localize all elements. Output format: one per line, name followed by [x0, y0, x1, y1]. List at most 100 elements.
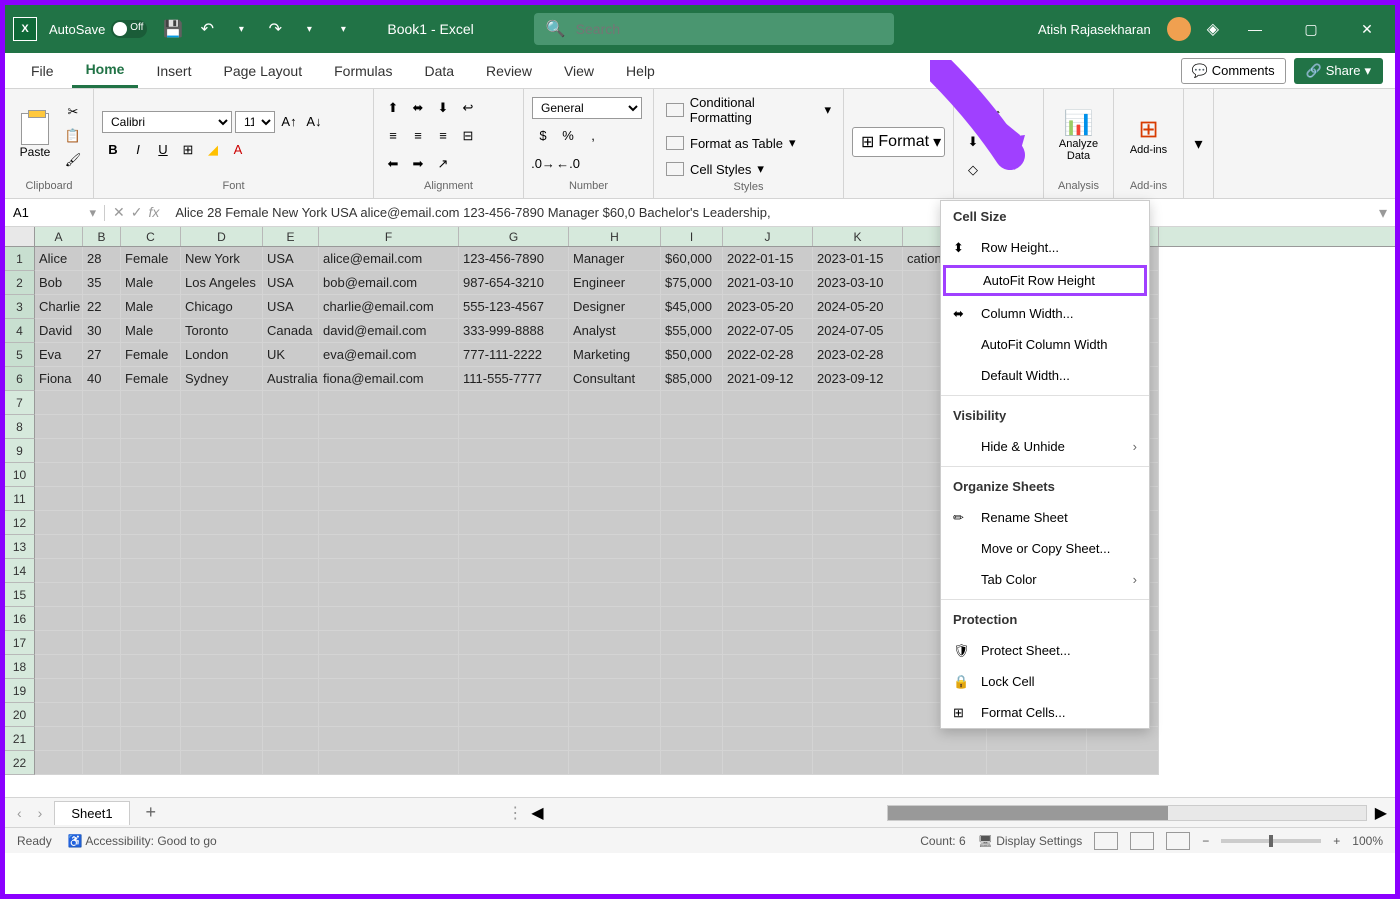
undo-icon[interactable]: ↶: [193, 15, 221, 43]
col-header-D[interactable]: D: [181, 227, 263, 246]
cell[interactable]: [319, 535, 459, 559]
cell[interactable]: Consultant: [569, 367, 661, 391]
underline-button[interactable]: U: [152, 139, 174, 161]
save-icon[interactable]: 💾: [159, 15, 187, 43]
maximize-button[interactable]: ▢: [1291, 9, 1331, 49]
cell[interactable]: [459, 415, 569, 439]
cell[interactable]: [813, 679, 903, 703]
cell[interactable]: [35, 559, 83, 583]
cell[interactable]: [263, 391, 319, 415]
cell[interactable]: [569, 439, 661, 463]
tab-data[interactable]: Data: [410, 55, 468, 87]
cell[interactable]: [903, 727, 987, 751]
cell[interactable]: Male: [121, 271, 181, 295]
cell[interactable]: [723, 751, 813, 775]
cell[interactable]: USA: [263, 271, 319, 295]
sort-icon[interactable]: ↕: [987, 103, 1009, 125]
col-header-J[interactable]: J: [723, 227, 813, 246]
cell[interactable]: [181, 487, 263, 511]
cell[interactable]: [723, 391, 813, 415]
menu-autofit-column-width[interactable]: AutoFit Column Width: [941, 329, 1149, 360]
cell[interactable]: $45,000: [661, 295, 723, 319]
cell[interactable]: [319, 487, 459, 511]
cell[interactable]: 2022-02-28: [723, 343, 813, 367]
cell[interactable]: [319, 391, 459, 415]
tab-home[interactable]: Home: [72, 53, 139, 88]
cell[interactable]: Female: [121, 247, 181, 271]
cell[interactable]: [723, 727, 813, 751]
menu-default-width[interactable]: Default Width...: [941, 360, 1149, 391]
cell[interactable]: 777-111-2222: [459, 343, 569, 367]
cell[interactable]: 2022-01-15: [723, 247, 813, 271]
row-header-7[interactable]: 7: [5, 391, 35, 415]
cell[interactable]: [181, 463, 263, 487]
scroll-left-icon[interactable]: ◀: [531, 803, 543, 823]
cell[interactable]: [83, 703, 121, 727]
tab-insert[interactable]: Insert: [142, 55, 205, 87]
row-header-19[interactable]: 19: [5, 679, 35, 703]
redo-dropdown-icon[interactable]: ▾: [295, 15, 323, 43]
cell[interactable]: [569, 511, 661, 535]
cell[interactable]: [569, 487, 661, 511]
add-sheet-button[interactable]: +: [138, 802, 165, 823]
cell[interactable]: [263, 679, 319, 703]
cell[interactable]: [121, 415, 181, 439]
cell[interactable]: [35, 415, 83, 439]
cell[interactable]: [181, 391, 263, 415]
row-header-20[interactable]: 20: [5, 703, 35, 727]
cell[interactable]: UK: [263, 343, 319, 367]
row-header-4[interactable]: 4: [5, 319, 35, 343]
fill-color-icon[interactable]: ◢: [202, 139, 224, 161]
font-name-select[interactable]: Calibri: [102, 111, 232, 133]
cell[interactable]: [661, 559, 723, 583]
comments-button[interactable]: 💬 Comments: [1181, 58, 1286, 84]
share-button[interactable]: 🔗 Share ▾: [1294, 58, 1383, 84]
cell[interactable]: [813, 391, 903, 415]
decrease-indent-icon[interactable]: ⬅: [382, 153, 404, 175]
cell[interactable]: [813, 751, 903, 775]
cell[interactable]: [121, 679, 181, 703]
cell[interactable]: $60,000: [661, 247, 723, 271]
scroll-right-icon[interactable]: ▶: [1375, 803, 1387, 823]
cell[interactable]: [459, 703, 569, 727]
cell[interactable]: [263, 583, 319, 607]
percent-icon[interactable]: %: [557, 125, 579, 147]
cancel-formula-icon[interactable]: ✕: [113, 204, 125, 221]
tab-help[interactable]: Help: [612, 55, 669, 87]
minimize-button[interactable]: —: [1235, 9, 1275, 49]
cell[interactable]: [263, 727, 319, 751]
cell[interactable]: [723, 439, 813, 463]
menu-move-copy-sheet[interactable]: Move or Copy Sheet...: [941, 533, 1149, 564]
cell[interactable]: [569, 391, 661, 415]
cell[interactable]: [987, 751, 1087, 775]
copy-icon[interactable]: 📋: [61, 126, 85, 146]
cell[interactable]: Male: [121, 295, 181, 319]
cell[interactable]: [121, 751, 181, 775]
cell[interactable]: [263, 487, 319, 511]
cell[interactable]: [813, 655, 903, 679]
cell[interactable]: [83, 631, 121, 655]
cell[interactable]: [459, 391, 569, 415]
qat-customize-icon[interactable]: ▾: [329, 15, 357, 43]
cell[interactable]: 2023-09-12: [813, 367, 903, 391]
cell[interactable]: [121, 439, 181, 463]
autosum-icon[interactable]: Σ: [962, 103, 984, 125]
cell[interactable]: London: [181, 343, 263, 367]
align-bottom-icon[interactable]: ⬇: [432, 97, 454, 119]
currency-icon[interactable]: $: [532, 125, 554, 147]
fill-icon[interactable]: ⬇: [962, 131, 984, 153]
row-header-21[interactable]: 21: [5, 727, 35, 751]
format-painter-icon[interactable]: 🖌: [61, 150, 85, 170]
cell[interactable]: 40: [83, 367, 121, 391]
expand-formula-icon[interactable]: ▾: [1371, 203, 1395, 223]
menu-column-width[interactable]: ⬌Column Width...: [941, 298, 1149, 329]
cell[interactable]: [263, 511, 319, 535]
col-header-G[interactable]: G: [459, 227, 569, 246]
row-header-16[interactable]: 16: [5, 607, 35, 631]
cell[interactable]: [121, 655, 181, 679]
conditional-formatting-button[interactable]: Conditional Formatting ▾: [662, 93, 835, 127]
tab-formulas[interactable]: Formulas: [320, 55, 406, 87]
cell[interactable]: [121, 463, 181, 487]
cell[interactable]: Manager: [569, 247, 661, 271]
number-format-select[interactable]: General: [532, 97, 642, 119]
